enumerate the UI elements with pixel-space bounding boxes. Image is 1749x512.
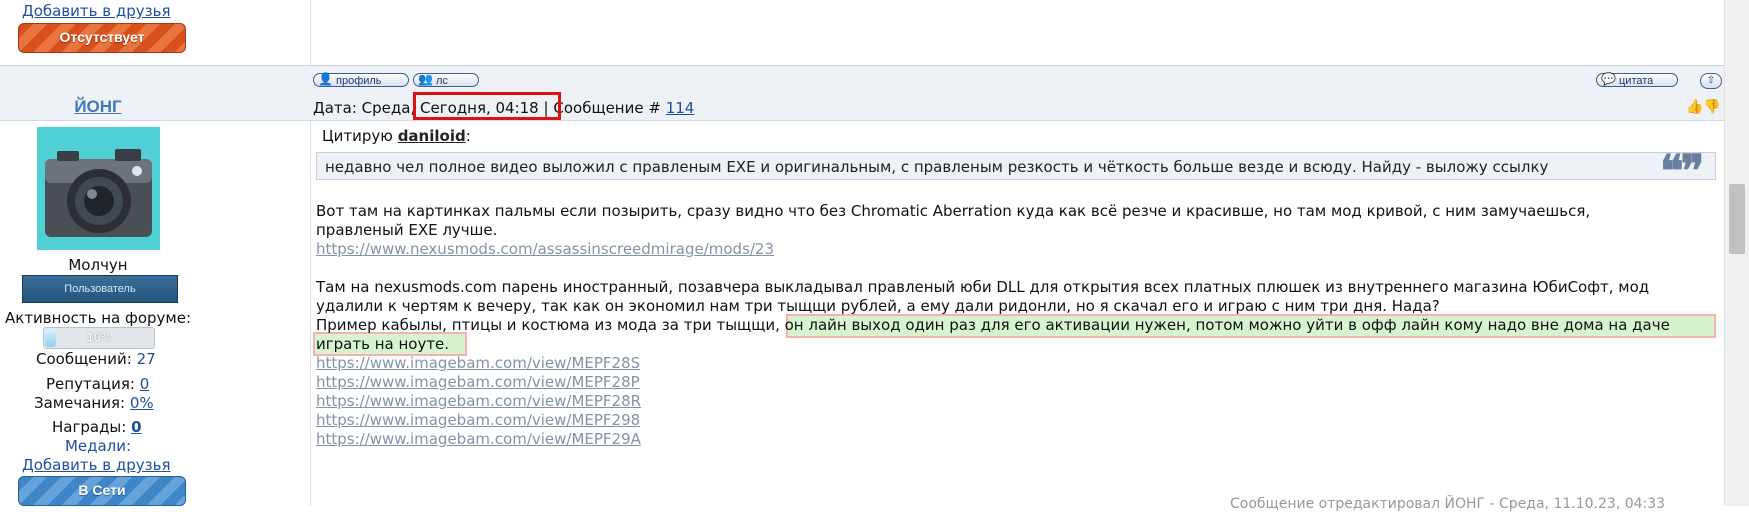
- reputation-stat: Репутация: 0: [46, 375, 149, 393]
- messages-count-link[interactable]: 27: [137, 350, 156, 368]
- image-link-5[interactable]: https://www.imagebam.com/view/MEPF29A: [316, 430, 641, 448]
- post-paragraph-2: Там на nexusmods.com парень иностранный,…: [316, 278, 1649, 316]
- quote-button-label: цитата: [1619, 75, 1654, 87]
- messages-stat: Сообщений: 27: [36, 350, 156, 368]
- rank-badge: Пользователь: [22, 275, 178, 303]
- quote-colon: :: [465, 127, 471, 145]
- profile-button[interactable]: 👤 профиль: [313, 72, 409, 87]
- edit-note: Сообщение отредактировал ЙОНГ - Среда, 1…: [1230, 496, 1666, 512]
- quote-mark-icon: ❝❞: [1660, 146, 1704, 197]
- post-paragraph-2-line-1: Там на nexusmods.com парень иностранный,…: [316, 278, 1650, 296]
- users-icon: 👥: [418, 72, 433, 86]
- image-link-1[interactable]: https://www.imagebam.com/view/MEPF28S: [316, 354, 640, 372]
- image-link-3[interactable]: https://www.imagebam.com/view/MEPF28R: [316, 392, 641, 410]
- prev-add-friend-link[interactable]: Добавить в друзья: [22, 2, 171, 20]
- quote-text: недавно чел полное видео выложил с правл…: [325, 158, 1549, 176]
- user-icon: 👤: [318, 72, 333, 86]
- reputation-link[interactable]: 0: [140, 375, 150, 393]
- activity-progress-bar: 10%: [43, 327, 155, 349]
- profile-button-label: профиль: [336, 75, 382, 87]
- messages-label: Сообщений:: [36, 350, 132, 368]
- camera-icon: [45, 149, 152, 237]
- warnings-stat: Замечания: 0%: [34, 394, 154, 412]
- pm-button-label: лс: [436, 75, 448, 87]
- post-author-name[interactable]: ЙОНГ: [0, 97, 196, 117]
- awards-link[interactable]: 0: [131, 418, 141, 436]
- medals-label: Медали:: [64, 437, 132, 455]
- avatar: [37, 127, 160, 250]
- post-message-label: Сообщение #: [553, 99, 661, 117]
- reputation-label: Репутация:: [46, 375, 135, 393]
- quote-button[interactable]: 💬 цитата: [1596, 72, 1678, 87]
- scrollbar-thumb[interactable]: [1729, 184, 1745, 254]
- post-paragraph-3: Пример кабылы, птицы и костюма из мода з…: [316, 316, 1670, 354]
- quote-author-link[interactable]: daniloid: [398, 127, 466, 145]
- image-link-4[interactable]: https://www.imagebam.com/view/MEPF298: [316, 411, 640, 429]
- awards-label: Награды:: [52, 418, 127, 436]
- warnings-link[interactable]: 0%: [130, 394, 154, 412]
- quote-label: Цитирую: [322, 127, 393, 145]
- post-date-label: Дата: Среда,: [313, 99, 416, 117]
- online-status-badge: В Сети: [18, 476, 186, 506]
- arrow-up-icon: ⇧: [1706, 75, 1716, 86]
- post-paragraph-1-line-1: Вот там на картинках пальмы если позырит…: [316, 202, 1591, 220]
- nexus-link[interactable]: https://www.nexusmods.com/assassinscreed…: [316, 240, 774, 258]
- post-number-link[interactable]: 114: [666, 99, 695, 117]
- prev-status-badge: Отсутствует: [18, 23, 186, 53]
- image-link-2[interactable]: https://www.imagebam.com/view/MEPF28P: [316, 373, 640, 391]
- post-highlight-text-1: он лайн выход один раз для его активации…: [779, 316, 1670, 334]
- vote-icons[interactable]: 👍👎: [1686, 99, 1721, 115]
- date-highlight-box: [413, 92, 561, 120]
- activity-progress-value: 10%: [86, 331, 112, 344]
- scroll-top-button[interactable]: ⇧: [1700, 73, 1722, 89]
- quote-box: недавно чел полное видео выложил с правл…: [316, 152, 1716, 180]
- post-info-bar: [0, 95, 1724, 121]
- activity-label: Активность на форуме:: [5, 309, 191, 327]
- quote-bubble-icon: 💬: [1601, 72, 1616, 86]
- awards-stat: Награды: 0: [52, 418, 142, 436]
- post-highlight-text-2: играть на ноуте.: [316, 335, 450, 353]
- quote-header: Цитирую daniloid:: [322, 127, 471, 145]
- add-friend-link[interactable]: Добавить в друзья: [22, 456, 171, 474]
- post-paragraph-1: Вот там на картинках пальмы если позырит…: [316, 202, 1590, 240]
- warnings-label: Замечания:: [34, 394, 126, 412]
- user-title: Молчун: [68, 256, 128, 274]
- post-paragraph-3-start: Пример кабылы, птицы и костюма из мода з…: [316, 316, 780, 334]
- post-toolbar: [0, 65, 1724, 96]
- post-paragraph-1-line-2: правленый EXE лучше.: [316, 221, 498, 239]
- pm-button[interactable]: 👥 лс: [413, 72, 479, 87]
